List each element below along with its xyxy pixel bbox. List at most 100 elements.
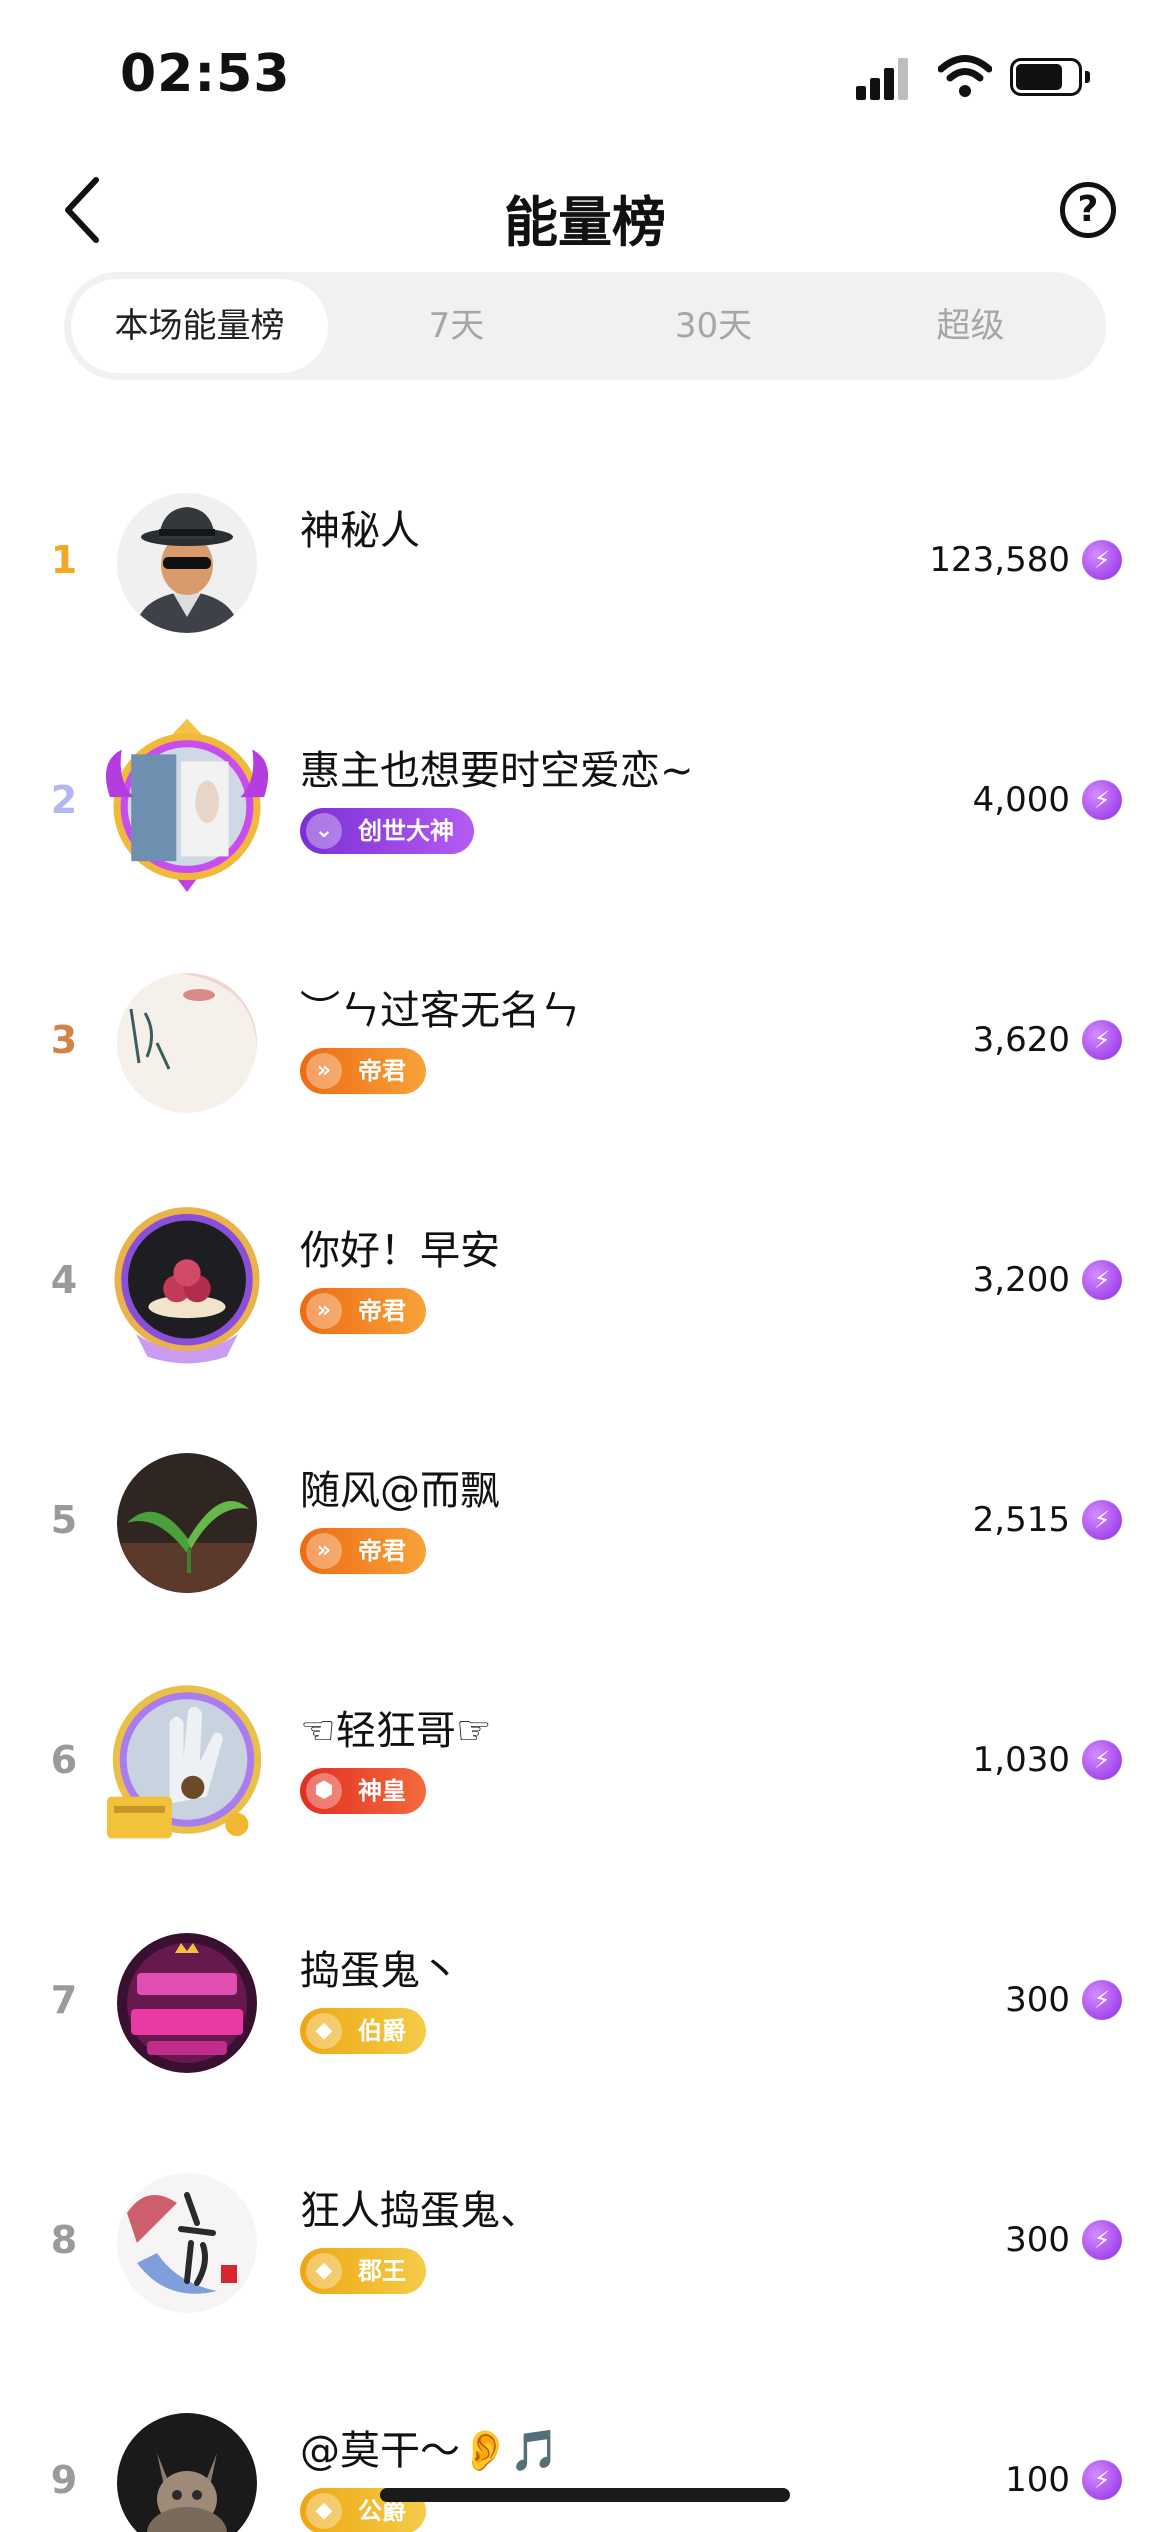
user-name: ︶ㄣ过客无名ㄣ	[300, 988, 580, 1034]
avatar[interactable]	[112, 1448, 262, 1598]
ranking-row[interactable]: 5 随风@而飘 » 帝君 2,515 ⚡	[0, 1400, 1170, 1640]
energy-score: 3,620	[972, 1020, 1070, 1060]
tab-super[interactable]: 超级	[842, 279, 1099, 373]
badge-label: 神皇	[358, 1777, 406, 1805]
ranking-row[interactable]: 6 ☜轻狂哥☞ ⬢ 神皇 1,030 ⚡	[0, 1640, 1170, 1880]
help-icon[interactable]: ?	[1060, 182, 1116, 238]
level-badge: » 帝君	[300, 1528, 426, 1574]
tab-current-session[interactable]: 本场能量榜	[71, 279, 328, 373]
wifi-icon	[938, 55, 992, 97]
energy-bolt-icon: ⚡	[1082, 1980, 1122, 2020]
energy-score: 300	[1005, 1980, 1070, 2020]
badge-label: 帝君	[358, 1537, 406, 1565]
user-name: @莫干～👂🎵	[300, 2428, 560, 2474]
user-name: 捣蛋鬼丶	[300, 1948, 460, 1994]
rank-number: 9	[50, 2458, 78, 2502]
green-sprout-avatar	[117, 1453, 257, 1593]
tab-30-days[interactable]: 30天	[585, 279, 842, 373]
badge-label: 帝君	[358, 1057, 406, 1085]
level-badge: ⬢ 神皇	[300, 1768, 426, 1814]
cellular-signal-icon	[856, 56, 918, 100]
cat-avatar	[117, 2413, 257, 2532]
avatar[interactable]	[112, 2408, 262, 2532]
badge-label: 创世大神	[358, 817, 454, 845]
avatar[interactable]	[106, 1685, 262, 1839]
ranking-list: 1 神秘人 123,580 ⚡ 2 惠主也想要时空爱恋~ ⌄ 创世大神 4,00…	[0, 440, 1170, 2532]
dessert-frame-avatar	[114, 1207, 260, 1364]
hand-sculpture-frame-avatar	[106, 1685, 262, 1839]
energy-ranking-screen: 02:53 能量榜 ? 本场能量榜 7天 30天 超级 1 神秘人 123,58…	[0, 0, 1170, 2532]
rank-number: 4	[50, 1258, 78, 1302]
energy-score: 4,000	[972, 780, 1070, 820]
user-name: 惠主也想要时空爱恋~	[300, 748, 694, 794]
hexagon-icon: ⬢	[306, 1773, 342, 1809]
rank-number: 8	[50, 2218, 78, 2262]
user-name: 你好！早安	[300, 1228, 500, 1274]
diamond-icon: ◆	[306, 2013, 342, 2049]
period-tabs: 本场能量榜 7天 30天 超级	[64, 272, 1106, 380]
ranking-row[interactable]: 7 捣蛋鬼丶 ◆ 伯爵 300 ⚡	[0, 1880, 1170, 2120]
avatar[interactable]	[112, 1928, 262, 2078]
energy-bolt-icon: ⚡	[1082, 1260, 1122, 1300]
user-name: 狂人捣蛋鬼、	[300, 2188, 540, 2234]
level-badge: ◆ 伯爵	[300, 2008, 426, 2054]
neon-text-avatar	[117, 1933, 257, 2073]
rank-number: 7	[50, 1978, 78, 2022]
avatar[interactable]	[112, 1207, 262, 1364]
badge-label: 帝君	[358, 1297, 406, 1325]
avatar[interactable]	[112, 968, 262, 1118]
home-indicator[interactable]	[380, 2488, 790, 2502]
ranking-row[interactable]: 1 神秘人 123,580 ⚡	[0, 440, 1170, 680]
badge-label: 郡王	[358, 2257, 406, 2285]
chevron-down-icon: ⌄	[306, 813, 342, 849]
energy-bolt-icon: ⚡	[1082, 2460, 1122, 2500]
chevron-down-icon: »	[306, 1293, 342, 1329]
level-badge: ⌄ 创世大神	[300, 808, 474, 854]
status-time: 02:53	[120, 44, 291, 104]
header: 能量榜 ?	[0, 160, 1170, 260]
tab-7-days[interactable]: 7天	[328, 279, 585, 373]
battery-icon	[1010, 58, 1090, 96]
avatar[interactable]	[112, 2168, 262, 2318]
diamond-icon: ◆	[306, 2493, 342, 2529]
ranking-row[interactable]: 3 ︶ㄣ过客无名ㄣ » 帝君 3,620 ⚡	[0, 920, 1170, 1160]
face-calligraphy-avatar	[117, 973, 257, 1113]
energy-score: 2,515	[972, 1500, 1070, 1540]
user-name: 神秘人	[300, 508, 420, 554]
level-badge: » 帝君	[300, 1288, 426, 1334]
page-title: 能量榜	[504, 191, 666, 254]
user-name: 随风@而飘	[300, 1468, 500, 1514]
level-badge: » 帝君	[300, 1048, 426, 1094]
badge-label: 伯爵	[358, 2017, 406, 2045]
level-badge: ◆ 郡王	[300, 2248, 426, 2294]
ornate-frame-avatar	[105, 718, 269, 892]
rank-number: 5	[50, 1498, 78, 1542]
user-name: ☜轻狂哥☞	[300, 1708, 492, 1754]
rank-number: 3	[50, 1018, 78, 1062]
rank-number: 2	[50, 778, 78, 822]
avatar[interactable]	[105, 718, 269, 892]
energy-bolt-icon: ⚡	[1082, 2220, 1122, 2260]
energy-bolt-icon: ⚡	[1082, 1500, 1122, 1540]
ranking-row[interactable]: 9 @莫干～👂🎵 ◆ 公爵 100 ⚡	[0, 2360, 1170, 2532]
diamond-icon: ◆	[306, 2253, 342, 2289]
energy-bolt-icon: ⚡	[1082, 1020, 1122, 1060]
energy-score: 123,580	[929, 540, 1070, 580]
energy-bolt-icon: ⚡	[1082, 540, 1122, 580]
chevron-down-icon: »	[306, 1533, 342, 1569]
calligraphy-art-avatar	[117, 2173, 257, 2313]
ranking-row[interactable]: 8 狂人捣蛋鬼、 ◆ 郡王 300 ⚡	[0, 2120, 1170, 2360]
avatar[interactable]	[112, 488, 262, 638]
status-bar: 02:53	[0, 0, 1170, 150]
ranking-row[interactable]: 4 你好！早安 » 帝君 3,200 ⚡	[0, 1160, 1170, 1400]
energy-score: 3,200	[972, 1260, 1070, 1300]
energy-score: 100	[1005, 2460, 1070, 2500]
rank-number: 6	[50, 1738, 78, 1782]
energy-bolt-icon: ⚡	[1082, 780, 1122, 820]
ranking-row[interactable]: 2 惠主也想要时空爱恋~ ⌄ 创世大神 4,000 ⚡	[0, 680, 1170, 920]
mystery-man-avatar	[117, 493, 257, 633]
chevron-down-icon: »	[306, 1053, 342, 1089]
energy-score: 300	[1005, 2220, 1070, 2260]
energy-bolt-icon: ⚡	[1082, 1740, 1122, 1780]
rank-number: 1	[50, 538, 78, 582]
